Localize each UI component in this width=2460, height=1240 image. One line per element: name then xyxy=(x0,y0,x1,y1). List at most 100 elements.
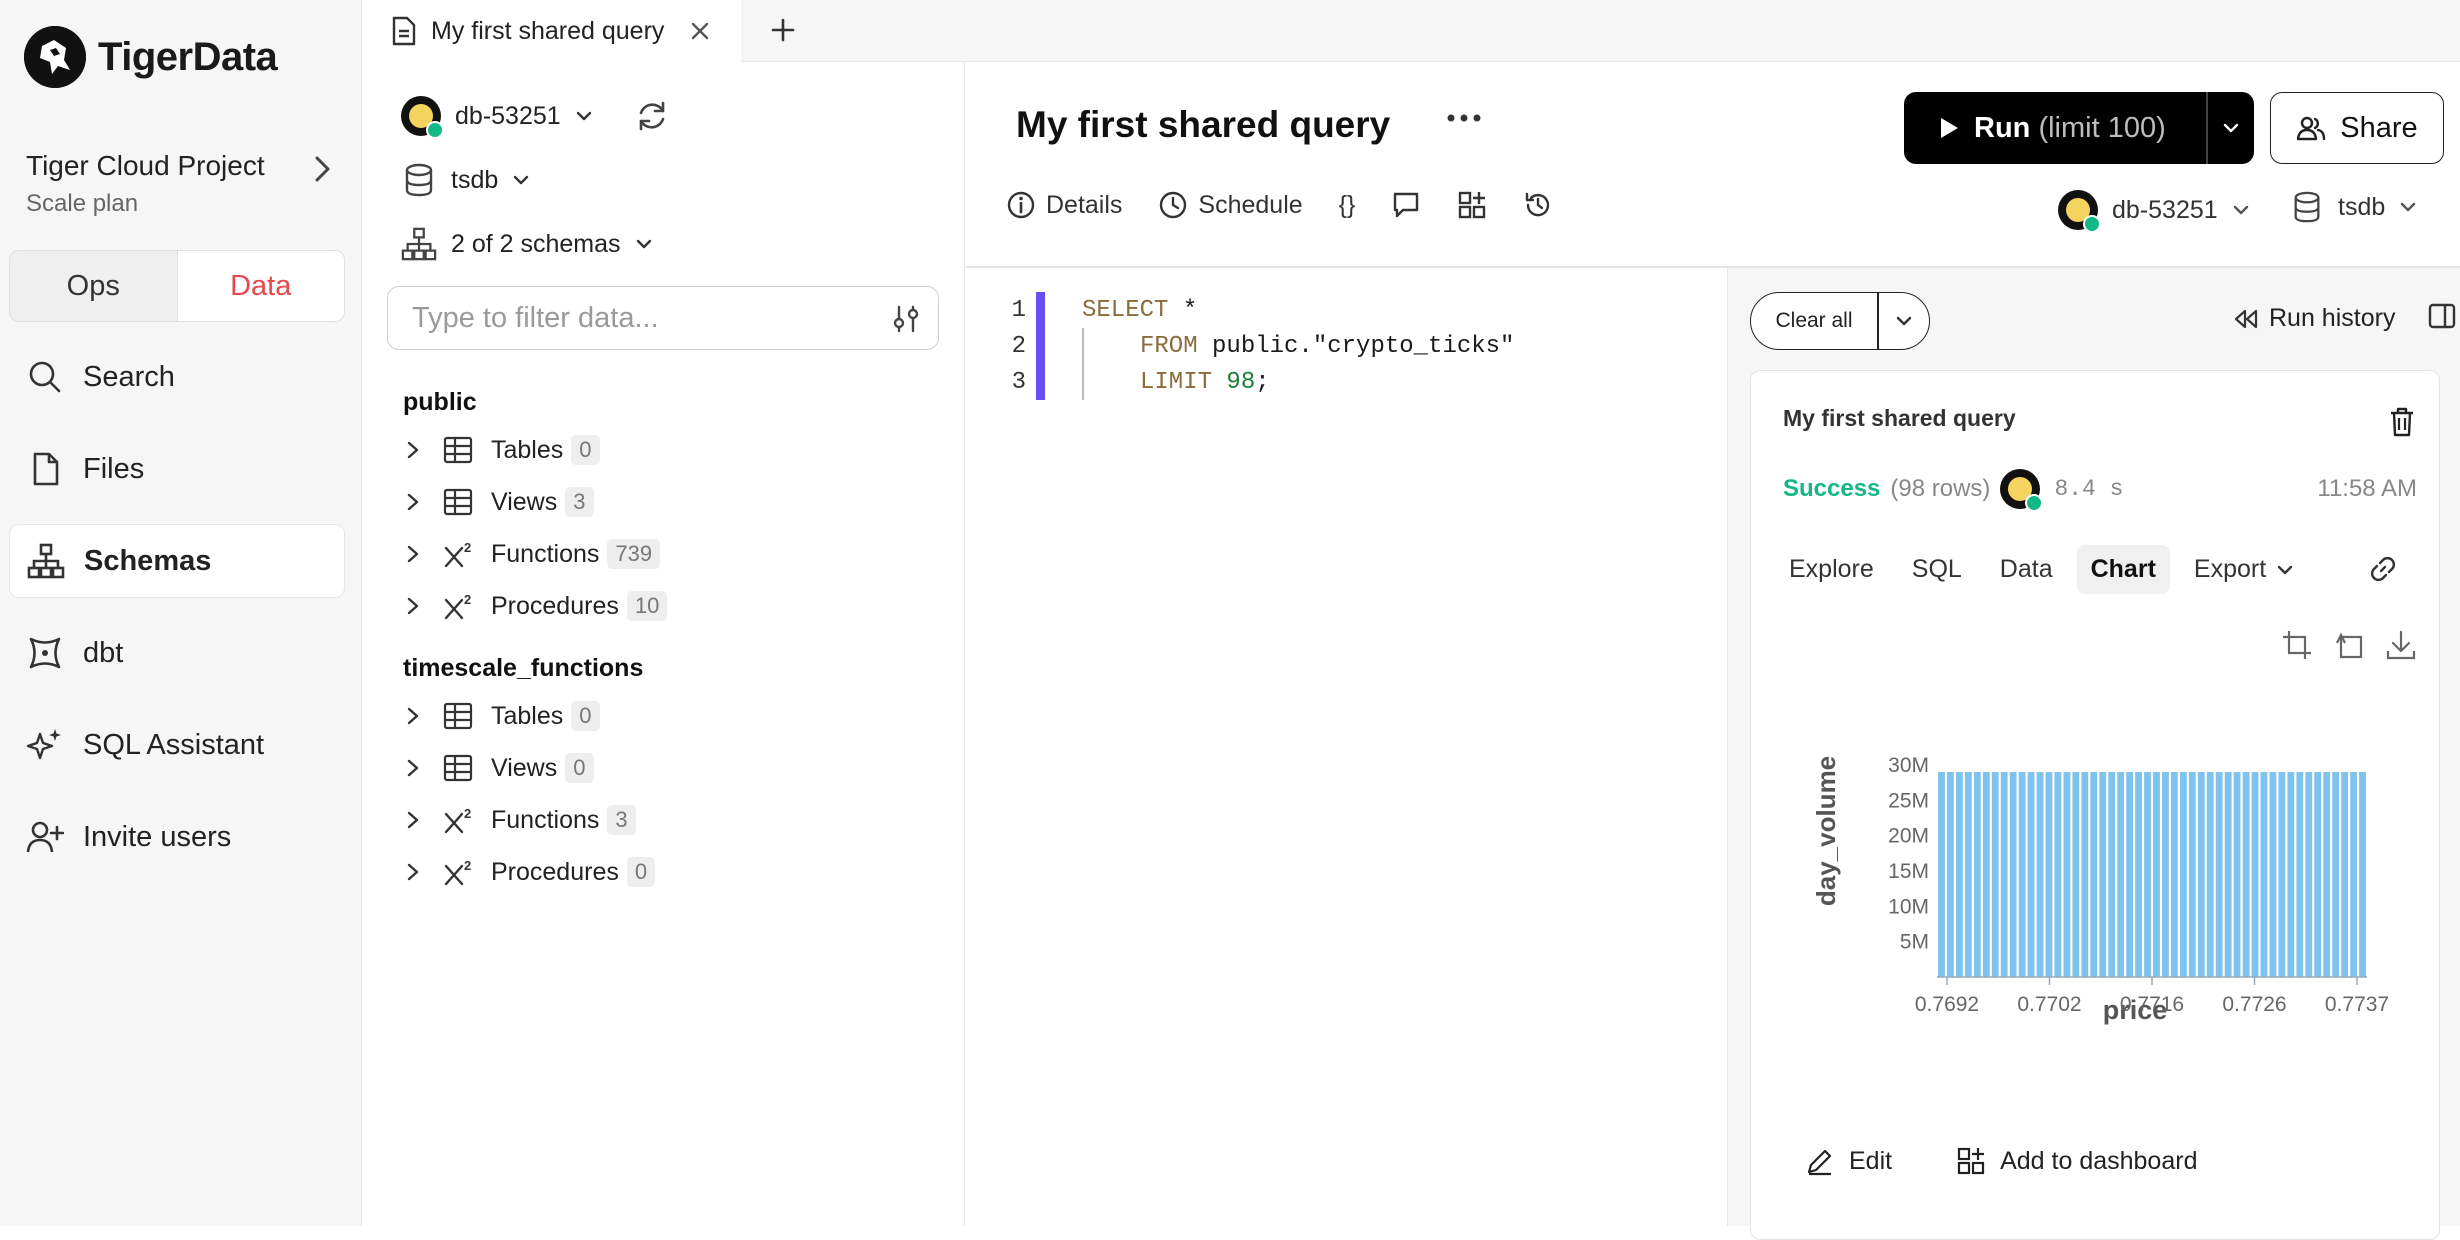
chart-bar[interactable] xyxy=(2162,772,2169,977)
schema-group-timescale-functions[interactable]: timescale_functions xyxy=(403,646,943,690)
chart-bar[interactable] xyxy=(2179,772,2187,977)
chart-bar[interactable] xyxy=(1973,772,1981,977)
chart-bar[interactable] xyxy=(1955,772,1963,977)
tree-row[interactable]: Tables 0 xyxy=(403,424,943,476)
nav-item-dbt[interactable]: dbt xyxy=(9,616,345,690)
chart-bar[interactable] xyxy=(2153,772,2160,977)
refresh-icon[interactable] xyxy=(635,99,669,133)
chart-bar[interactable] xyxy=(2359,772,2366,977)
chart-bar[interactable] xyxy=(1991,772,1999,977)
chart-bar[interactable] xyxy=(2090,772,2098,977)
clear-all-dropdown[interactable] xyxy=(1879,315,1930,327)
chart-bar[interactable] xyxy=(2332,772,2340,977)
add-to-dashboard-button[interactable]: Add to dashboard xyxy=(1956,1146,2197,1176)
chart-bar[interactable] xyxy=(2063,772,2071,977)
close-icon[interactable] xyxy=(690,21,710,41)
chart-bar[interactable] xyxy=(2314,772,2322,977)
tree-row[interactable]: Views 0 xyxy=(403,742,943,794)
segment-data[interactable]: Data xyxy=(176,251,344,321)
chart-bar[interactable] xyxy=(2117,772,2125,977)
tab-chart[interactable]: Chart xyxy=(2076,545,2170,594)
run-history-button[interactable]: Run history xyxy=(2233,304,2395,333)
filter-settings-icon[interactable] xyxy=(891,304,921,334)
clear-all-button[interactable]: Clear all xyxy=(1751,309,1877,333)
trash-icon[interactable] xyxy=(2389,407,2415,437)
tree-row[interactable]: Views 3 xyxy=(403,476,943,528)
chart-bar[interactable] xyxy=(2000,772,2008,977)
chart-bar[interactable] xyxy=(2341,772,2349,977)
chart-bar[interactable] xyxy=(2251,772,2259,977)
chart-bar[interactable] xyxy=(2036,772,2044,977)
query-title[interactable]: My first shared query xyxy=(1016,104,1390,146)
edit-button[interactable]: Edit xyxy=(1805,1146,1892,1176)
chart-bar[interactable] xyxy=(2135,772,2142,977)
nav-item-search[interactable]: Search xyxy=(9,340,345,414)
chart-bar[interactable] xyxy=(1938,772,1945,977)
reset-zoom-icon[interactable] xyxy=(2333,629,2365,661)
format-button[interactable]: {} xyxy=(1339,191,1356,220)
chart-bar[interactable] xyxy=(2018,772,2026,977)
tree-row[interactable]: 2 Procedures 0 xyxy=(403,846,943,898)
chart-bar[interactable] xyxy=(2278,772,2286,977)
nav-item-files[interactable]: Files xyxy=(9,432,345,506)
service-selector[interactable]: db-53251 xyxy=(401,96,669,139)
tab-export[interactable]: Export xyxy=(2180,545,2308,594)
tab-sql[interactable]: SQL xyxy=(1898,545,1976,594)
chart-bar[interactable] xyxy=(2144,772,2151,977)
segment-ops[interactable]: Ops xyxy=(10,251,177,321)
widgets-button[interactable] xyxy=(1457,190,1487,220)
chart-bar[interactable] xyxy=(2206,772,2214,977)
chart-bar[interactable] xyxy=(2081,772,2089,977)
project-selector[interactable]: Tiger Cloud Project Scale plan xyxy=(26,150,336,218)
tab-explore[interactable]: Explore xyxy=(1775,545,1888,594)
query-service-selector[interactable]: db-53251 xyxy=(2058,190,2250,233)
details-button[interactable]: Details xyxy=(1006,190,1122,220)
chart-bar[interactable] xyxy=(2242,772,2250,977)
schema-group-public[interactable]: public xyxy=(403,380,943,424)
chart-bar[interactable] xyxy=(2233,772,2241,977)
database-selector[interactable]: tsdb xyxy=(401,162,530,198)
link-icon[interactable] xyxy=(2369,555,2397,583)
chart-bar[interactable] xyxy=(2323,772,2331,977)
tab-query[interactable]: My first shared query xyxy=(363,0,741,62)
nav-item-invite-users[interactable]: Invite users xyxy=(9,800,345,874)
tree-row[interactable]: 2 Functions 3 xyxy=(403,794,943,846)
chart-bar[interactable] xyxy=(2215,772,2223,977)
chart-bar[interactable] xyxy=(2260,772,2268,977)
nav-item-schemas[interactable]: Schemas xyxy=(9,524,345,598)
chart-bar[interactable] xyxy=(1982,772,1990,977)
chart-bar[interactable] xyxy=(2045,772,2053,977)
chart-bar[interactable] xyxy=(2072,772,2080,977)
chart-bar[interactable] xyxy=(2170,772,2178,977)
share-button[interactable]: Share xyxy=(2270,92,2444,164)
chart-bar[interactable] xyxy=(2099,772,2107,977)
brand[interactable]: TigerData xyxy=(24,26,278,88)
chart-bar[interactable] xyxy=(2009,772,2017,977)
chart-bar[interactable] xyxy=(2296,772,2304,977)
comments-button[interactable] xyxy=(1391,190,1421,220)
history-button[interactable] xyxy=(1523,190,1553,220)
chart-bar[interactable] xyxy=(2108,772,2116,977)
chart-bar[interactable] xyxy=(2126,772,2134,977)
chart-bar[interactable] xyxy=(2305,772,2313,977)
chart-bar[interactable] xyxy=(2224,772,2232,977)
crop-icon[interactable] xyxy=(2281,629,2313,661)
filter-input[interactable] xyxy=(387,286,939,350)
query-database-selector[interactable]: tsdb xyxy=(2290,190,2417,224)
schemas-selector[interactable]: 2 of 2 schemas xyxy=(401,226,653,262)
schedule-button[interactable]: Schedule xyxy=(1158,190,1303,220)
chart-bar[interactable] xyxy=(2188,772,2196,977)
new-tab-button[interactable] xyxy=(763,10,803,50)
download-icon[interactable] xyxy=(2385,629,2417,661)
nav-item-sql-assistant[interactable]: SQL Assistant xyxy=(9,708,345,782)
tree-row[interactable]: Tables 0 xyxy=(403,690,943,742)
chart-bar[interactable] xyxy=(2027,772,2035,977)
run-options-dropdown[interactable] xyxy=(2208,122,2255,134)
chart-bar[interactable] xyxy=(2269,772,2277,977)
tab-data[interactable]: Data xyxy=(1986,545,2067,594)
chart-bar[interactable] xyxy=(2350,772,2357,977)
chart-bar[interactable] xyxy=(2054,772,2062,977)
sql-editor[interactable]: 1 SELECT * 2 FROM public."crypto_ticks" … xyxy=(966,268,1726,1226)
run-button[interactable]: Run (limit 100) xyxy=(1904,92,2206,164)
tree-row[interactable]: 2 Functions 739 xyxy=(403,528,943,580)
